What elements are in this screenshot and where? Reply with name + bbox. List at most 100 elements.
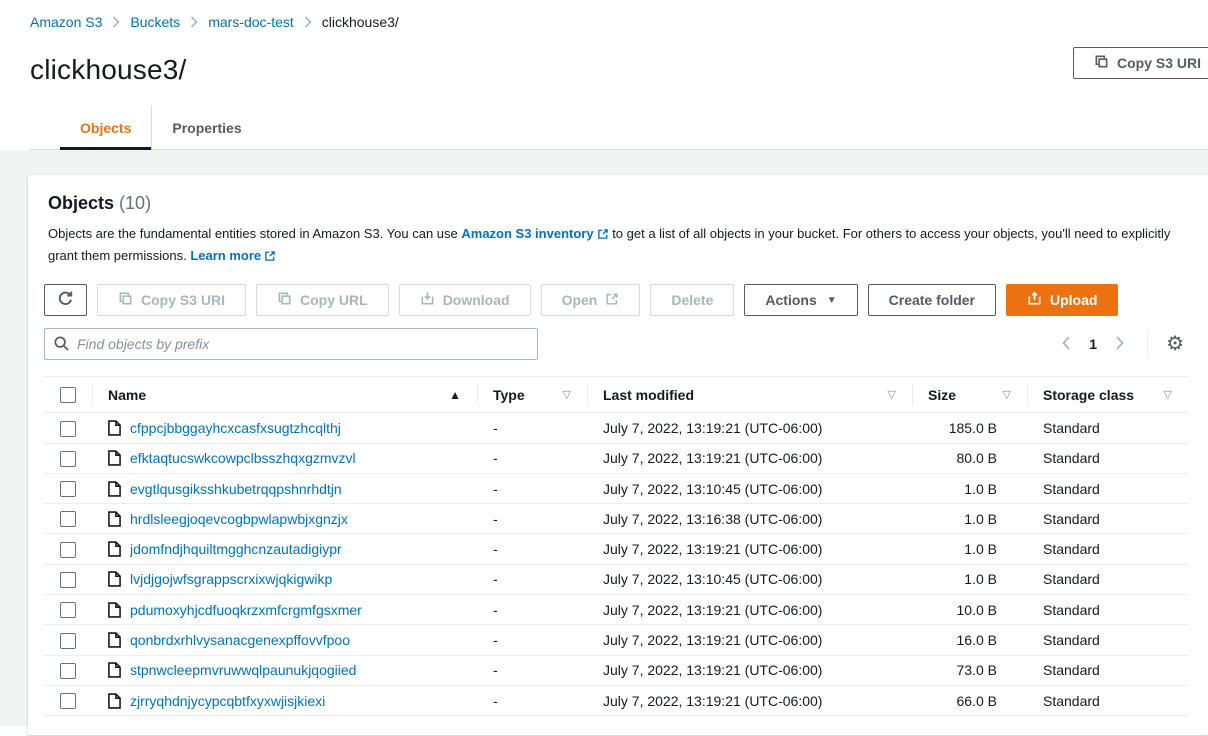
objects-panel-title: Objects [48, 193, 114, 213]
objects-count: (10) [119, 193, 151, 213]
column-header-last-modified[interactable]: Last modified ▽ [587, 377, 912, 413]
tab-properties[interactable]: Properties [151, 106, 261, 149]
column-header-name[interactable]: Name▲ [92, 377, 477, 413]
object-type: - [477, 473, 587, 503]
object-last-modified: July 7, 2022, 13:19:21 (UTC-06:00) [587, 595, 912, 625]
object-size: 1.0 B [912, 504, 1027, 534]
row-checkbox[interactable] [60, 572, 76, 588]
download-button[interactable]: Download [399, 284, 531, 316]
amazon-s3-inventory-link[interactable]: Amazon S3 inventory [461, 226, 608, 241]
inventory-link-label: Amazon S3 inventory [461, 226, 593, 241]
object-name-cell: cfppcjbbggayhcxcasfxsugtzhcqlthj [92, 413, 477, 443]
object-size: 1.0 B [912, 534, 1027, 564]
row-checkbox[interactable] [60, 421, 76, 437]
breadcrumb-amazon-s3[interactable]: Amazon S3 [30, 14, 102, 30]
object-name-link[interactable]: stpnwcleepmvruwwqlpaunukjqogiied [130, 662, 356, 678]
object-name-link[interactable]: lvjdjgojwfsgrappscrxixwjqkigwikp [130, 571, 332, 587]
chevron-right-icon [112, 16, 120, 28]
file-icon [108, 450, 121, 466]
object-name-link[interactable]: hrdlsleegjoqevcogbpwlapwbjxgnzjx [130, 511, 348, 527]
breadcrumb-buckets[interactable]: Buckets [130, 14, 180, 30]
object-name-cell: evgtlqusgiksshkubetrqqpshnrhdtjn [92, 473, 477, 503]
object-last-modified: July 7, 2022, 13:19:21 (UTC-06:00) [587, 413, 912, 443]
select-all-checkbox[interactable] [60, 387, 76, 403]
file-icon [108, 541, 121, 557]
row-checkbox-cell [44, 595, 92, 625]
object-name-cell: lvjdjgojwfsgrappscrxixwjqkigwikp [92, 564, 477, 594]
object-storage-class: Standard [1027, 564, 1188, 594]
description-text: Objects are the fundamental entities sto… [48, 226, 461, 241]
object-name-cell: efktaqtucswkcowpclbsszhqxgzmvzvl [92, 443, 477, 473]
row-checkbox[interactable] [60, 602, 76, 618]
copy-s3-uri-header-button[interactable]: Copy S3 URI [1073, 47, 1208, 79]
row-checkbox[interactable] [60, 663, 76, 679]
column-header-size[interactable]: Size ▽ [912, 377, 1027, 413]
refresh-icon [57, 290, 74, 310]
sort-icon[interactable]: ▽ [1164, 388, 1178, 401]
object-type: - [477, 625, 587, 655]
open-button[interactable]: Open [541, 284, 641, 316]
sort-icon[interactable]: ▽ [1003, 388, 1017, 401]
column-label: Last modified [603, 387, 694, 403]
object-name-link[interactable]: evgtlqusgiksshkubetrqqpshnrhdtjn [130, 481, 342, 497]
chevron-right-icon [1115, 335, 1125, 354]
tab-properties-label: Properties [172, 120, 241, 136]
column-label: Type [493, 387, 525, 403]
object-storage-class: Standard [1027, 595, 1188, 625]
object-name-link[interactable]: zjrryqhdnjycypcqbtfxyxwjisjkiexi [130, 693, 325, 709]
row-checkbox-cell [44, 443, 92, 473]
upload-button[interactable]: Upload [1006, 284, 1118, 316]
open-label: Open [562, 292, 598, 308]
object-name-cell: qonbrdxrhlvysanacgenexpffovvfpoo [92, 625, 477, 655]
object-name-cell: zjrryqhdnjycypcqbtfxyxwjisjkiexi [92, 685, 477, 715]
copy-icon [277, 291, 292, 309]
content-area: Objects (10) Objects are the fundamental… [0, 150, 1208, 726]
object-name-link[interactable]: qonbrdxrhlvysanacgenexpffovvfpoo [130, 632, 350, 648]
chevron-right-icon [190, 16, 198, 28]
objects-table: Name▲ Type ▽ Last modified ▽ Size ▽ Storage… [44, 376, 1188, 716]
object-type: - [477, 685, 587, 715]
external-link-icon [605, 292, 619, 309]
column-label: Size [928, 387, 956, 403]
sort-icon[interactable]: ▽ [563, 388, 577, 401]
previous-page-button[interactable] [1053, 331, 1079, 357]
copy-icon [118, 291, 133, 309]
preferences-gear-button[interactable]: ⚙ [1162, 334, 1188, 354]
refresh-button[interactable] [44, 284, 87, 316]
row-checkbox[interactable] [60, 633, 76, 649]
sort-icon[interactable]: ▽ [888, 388, 902, 401]
copy-s3-uri-label: Copy S3 URI [141, 292, 225, 308]
copy-s3-uri-button[interactable]: Copy S3 URI [97, 284, 246, 316]
row-checkbox[interactable] [60, 542, 76, 558]
file-icon [108, 662, 121, 678]
row-checkbox[interactable] [60, 451, 76, 467]
object-size: 1.0 B [912, 564, 1027, 594]
file-icon [108, 481, 121, 497]
object-name-link[interactable]: jdomfndjhquiltmgghcnzautadigiypr [130, 541, 342, 557]
object-storage-class: Standard [1027, 534, 1188, 564]
row-checkbox[interactable] [60, 693, 76, 709]
column-header-type[interactable]: Type ▽ [477, 377, 587, 413]
tab-objects[interactable]: Objects [60, 106, 151, 149]
search-icon [53, 335, 70, 357]
object-last-modified: July 7, 2022, 13:19:21 (UTC-06:00) [587, 685, 912, 715]
breadcrumb-bucket-name[interactable]: mars-doc-test [208, 14, 294, 30]
create-folder-button[interactable]: Create folder [868, 284, 996, 316]
file-icon [108, 420, 121, 436]
actions-dropdown-button[interactable]: Actions ▼ [744, 284, 857, 316]
object-name-link[interactable]: efktaqtucswkcowpclbsszhqxgzmvzvl [130, 450, 356, 466]
column-header-storage-class[interactable]: Storage class▽ [1027, 377, 1188, 413]
row-checkbox[interactable] [60, 511, 76, 527]
object-name-link[interactable]: cfppcjbbggayhcxcasfxsugtzhcqlthj [130, 420, 341, 436]
table-row: pdumoxyhjcdfuoqkrzxmfcrgmfgsxmer - July … [44, 595, 1188, 625]
sort-ascending-icon[interactable]: ▲ [449, 388, 467, 402]
object-name-link[interactable]: pdumoxyhjcdfuoqkrzxmfcrgmfgsxmer [130, 602, 362, 618]
next-page-button[interactable] [1107, 331, 1133, 357]
upload-label: Upload [1050, 292, 1097, 308]
delete-button[interactable]: Delete [650, 284, 734, 316]
search-input[interactable] [44, 328, 538, 360]
learn-more-link[interactable]: Learn more [190, 248, 276, 263]
copy-url-button[interactable]: Copy URL [256, 284, 389, 316]
row-checkbox[interactable] [60, 481, 76, 497]
current-page-number[interactable]: 1 [1083, 336, 1103, 352]
